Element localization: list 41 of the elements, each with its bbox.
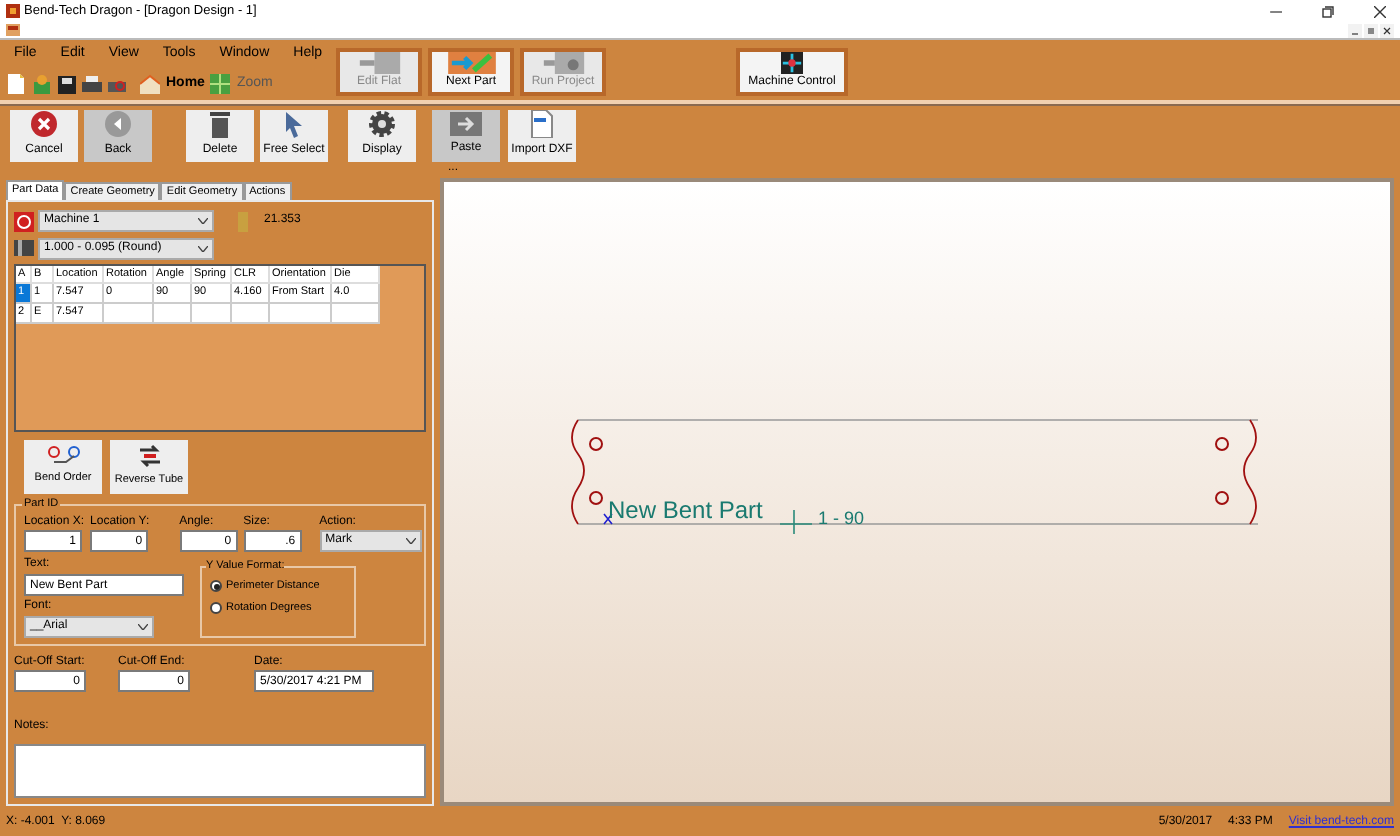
paste-icon (450, 112, 482, 136)
table-cell (270, 304, 332, 324)
ruler-icon (238, 211, 248, 231)
bend-label: 1 - 90 (818, 508, 865, 528)
table-cell (232, 304, 270, 324)
app-logo-icon (6, 4, 20, 18)
pointer-icon (284, 110, 304, 138)
save-icon[interactable] (58, 75, 76, 93)
radio-button[interactable] (210, 602, 222, 615)
minimize-icon[interactable] (1270, 5, 1282, 17)
back-icon (104, 110, 132, 138)
close-icon[interactable] (1380, 23, 1394, 37)
chevron-down-icon (198, 245, 208, 251)
gear-icon (368, 110, 396, 138)
machine-icon (14, 211, 34, 231)
chevron-down-icon (405, 538, 416, 544)
notes-field[interactable] (14, 744, 426, 798)
part-label: New Bent Part (608, 498, 763, 524)
tube-icon (14, 240, 34, 256)
grid-icon[interactable] (210, 74, 231, 94)
cancel-icon (30, 110, 58, 138)
table-cell (154, 304, 192, 324)
trash-icon (208, 110, 232, 138)
drawing-canvas[interactable]: New Bent Part 1 - 90 (440, 178, 1394, 806)
minimize-icon[interactable] (1348, 23, 1362, 37)
table-cell (104, 304, 154, 324)
close-icon[interactable] (1374, 5, 1386, 17)
file-icon (530, 110, 554, 138)
home-icon[interactable] (140, 74, 160, 94)
table-cell (192, 304, 232, 324)
radio-button[interactable] (210, 580, 222, 593)
new-file-icon[interactable] (6, 74, 26, 94)
table-cell (332, 304, 380, 324)
chevron-down-icon (198, 218, 208, 224)
bend-order-icon (47, 446, 79, 467)
restore-icon[interactable] (1322, 5, 1334, 17)
print-icon[interactable] (82, 75, 102, 93)
swap-arrows-icon (137, 444, 161, 469)
document-icon (6, 24, 20, 36)
chevron-down-icon (138, 624, 148, 630)
arrows-icon (780, 52, 804, 74)
